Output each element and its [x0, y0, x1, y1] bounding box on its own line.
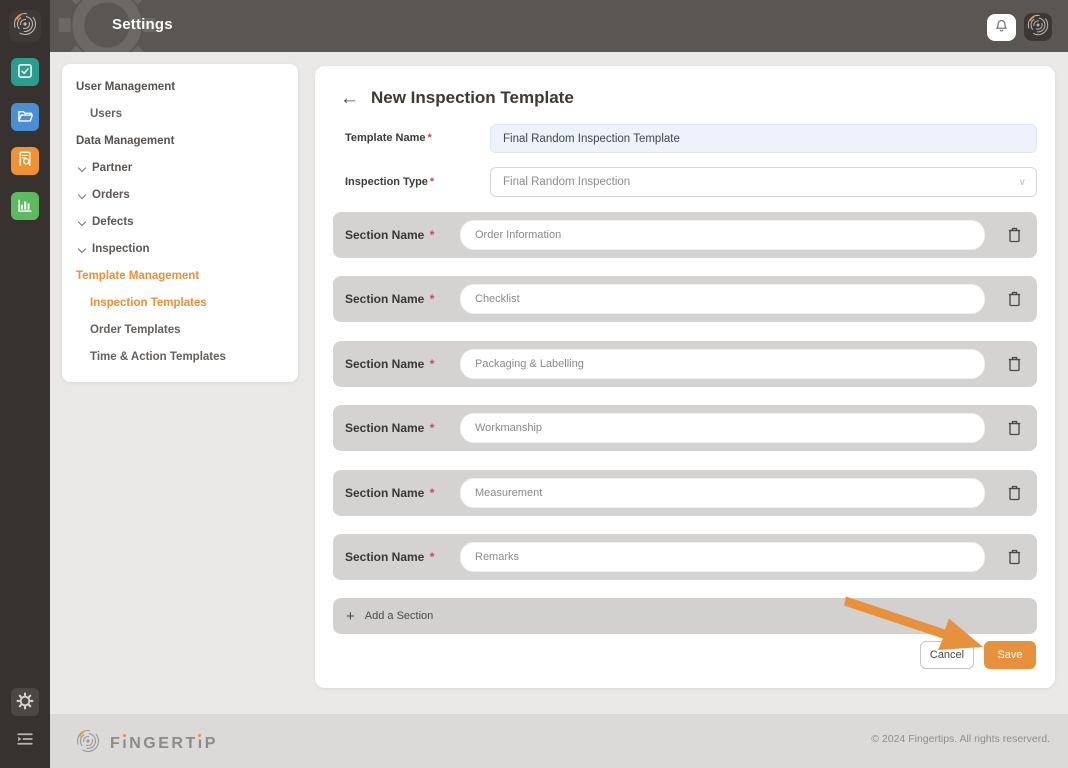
- plus-icon: +: [346, 607, 355, 625]
- sidebar-item-inspection[interactable]: Inspection: [62, 235, 298, 262]
- chevron-down-icon: [78, 218, 86, 226]
- check-square-icon: [17, 63, 33, 82]
- cancel-button[interactable]: Cancel: [920, 641, 974, 669]
- section-name-input[interactable]: [460, 349, 985, 379]
- chevron-down-icon: [78, 191, 86, 199]
- delete-section-button[interactable]: [1005, 355, 1023, 373]
- inspection-docs-nav-button[interactable]: [11, 147, 39, 175]
- delete-section-button[interactable]: [1005, 484, 1023, 502]
- sidebar-item-users[interactable]: Users: [62, 100, 298, 127]
- fingerprint-icon: [12, 11, 38, 42]
- sidebar-item-inspection-templates[interactable]: Inspection Templates: [62, 289, 298, 316]
- user-avatar[interactable]: [1024, 13, 1052, 41]
- sidebar-group-template-management[interactable]: Template Management: [62, 262, 298, 289]
- sidebar-item-partner[interactable]: Partner: [62, 154, 298, 181]
- fingerprint-icon: [1026, 13, 1050, 42]
- section-name-input[interactable]: [460, 413, 985, 443]
- section-row: Section Name *: [333, 276, 1037, 322]
- section-row: Section Name *: [333, 341, 1037, 387]
- section-name-input[interactable]: [460, 284, 985, 314]
- left-icon-rail: [0, 0, 50, 768]
- top-bar: Settings: [50, 0, 1068, 52]
- chevron-down-icon: [78, 164, 86, 172]
- section-name-label: Section Name *: [345, 421, 435, 435]
- brand-wordmark: Fı NGERT ı P: [110, 733, 218, 752]
- delete-section-button[interactable]: [1005, 290, 1023, 308]
- fingerprint-icon: [75, 728, 101, 759]
- inspection-type-select[interactable]: Final Random Inspection ∨: [490, 167, 1037, 197]
- sidebar-group-user-management[interactable]: User Management: [62, 73, 298, 100]
- delete-section-button[interactable]: [1005, 419, 1023, 437]
- section-name-input[interactable]: [460, 220, 985, 250]
- template-name-input[interactable]: [490, 124, 1037, 153]
- section-name-label: Section Name *: [345, 228, 435, 242]
- trash-icon: [1007, 485, 1022, 504]
- sidebar-item-defects[interactable]: Defects: [62, 208, 298, 235]
- settings-nav-button[interactable]: [11, 688, 39, 716]
- trash-icon: [1007, 291, 1022, 310]
- save-button[interactable]: Save: [984, 641, 1036, 669]
- chevron-down-icon: [78, 245, 86, 253]
- add-section-button[interactable]: + Add a Section: [333, 598, 1037, 634]
- section-row: Section Name *: [333, 470, 1037, 516]
- section-name-label: Section Name *: [345, 486, 435, 500]
- settings-sidebar: User Management Users Data Management Pa…: [62, 64, 298, 382]
- bar-chart-icon: [17, 197, 33, 216]
- indent-list-icon: [16, 731, 34, 750]
- gear-icon: [16, 692, 34, 713]
- form-title: New Inspection Template: [371, 88, 574, 107]
- copyright-text: © 2024 Fingertips. All rights reserverd.: [871, 733, 1050, 745]
- section-name-input[interactable]: [460, 542, 985, 572]
- collapse-menu-button[interactable]: [11, 726, 39, 754]
- sidebar-item-time-action-templates[interactable]: Time & Action Templates: [62, 343, 298, 370]
- section-name-label: Section Name *: [345, 550, 435, 564]
- bell-icon: [995, 19, 1008, 36]
- section-row: Section Name *: [333, 405, 1037, 451]
- card-header: ← New Inspection Template: [340, 88, 574, 108]
- sidebar-item-orders[interactable]: Orders: [62, 181, 298, 208]
- delete-section-button[interactable]: [1005, 226, 1023, 244]
- trash-icon: [1007, 420, 1022, 439]
- new-inspection-template-card: ← New Inspection Template Template Name *…: [315, 66, 1055, 688]
- folder-open-icon: [17, 108, 34, 127]
- back-arrow-button[interactable]: ←: [340, 89, 359, 108]
- sidebar-item-order-templates[interactable]: Order Templates: [62, 316, 298, 343]
- inspection-type-label: Inspection Type *: [345, 176, 435, 188]
- select-chevron-icon: ∨: [1018, 176, 1026, 188]
- trash-icon: [1007, 549, 1022, 568]
- trash-icon: [1007, 356, 1022, 375]
- section-row: Section Name *: [333, 534, 1037, 580]
- section-name-input[interactable]: [460, 478, 985, 508]
- files-nav-button[interactable]: [11, 103, 39, 131]
- delete-section-button[interactable]: [1005, 548, 1023, 566]
- page-header-title: Settings: [112, 16, 173, 33]
- document-search-icon: [17, 151, 33, 171]
- analytics-nav-button[interactable]: [11, 192, 39, 220]
- brand-logo: Fı NGERT ı P: [75, 728, 218, 759]
- notifications-button[interactable]: [987, 14, 1016, 41]
- section-name-label: Section Name *: [345, 292, 435, 306]
- trash-icon: [1007, 227, 1022, 246]
- section-row: Section Name *: [333, 212, 1037, 258]
- template-name-label: Template Name *: [345, 132, 432, 144]
- sidebar-group-data-management[interactable]: Data Management: [62, 127, 298, 154]
- section-name-label: Section Name *: [345, 357, 435, 371]
- app-logo[interactable]: [9, 10, 41, 42]
- tasks-nav-button[interactable]: [11, 58, 39, 86]
- footer: Fı NGERT ı P © 2024 Fingertips. All rights …: [50, 714, 1068, 768]
